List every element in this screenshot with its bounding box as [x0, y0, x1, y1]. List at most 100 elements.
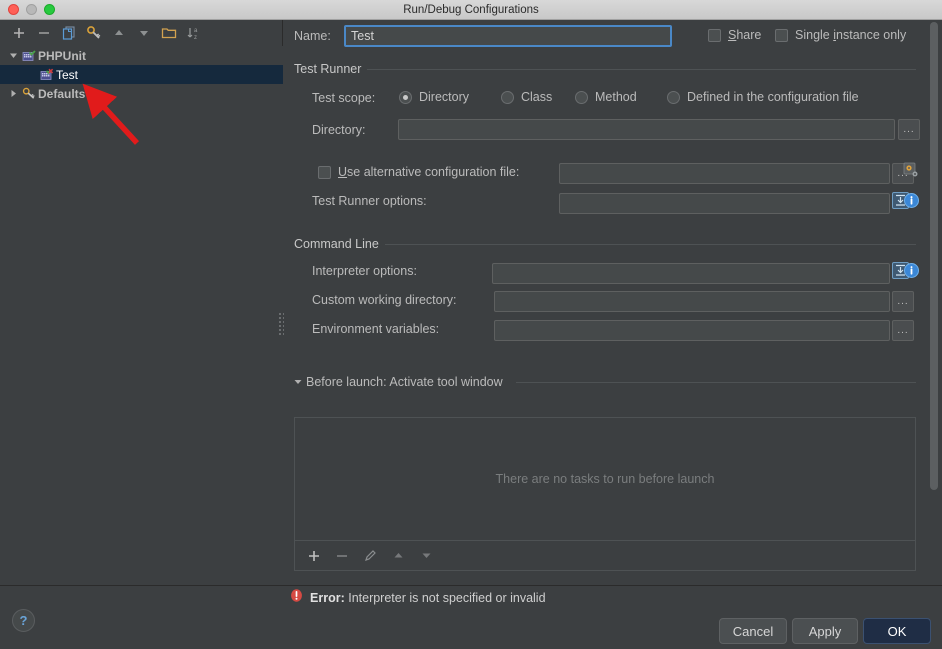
environment-variables-input[interactable]: [494, 320, 890, 341]
before-launch-task-list[interactable]: There are no tasks to run before launch: [294, 417, 916, 541]
before-launch-add-button[interactable]: [303, 545, 325, 567]
environment-variables-label: Environment variables:: [312, 322, 440, 336]
configuration-form-panel: Name: Test Share Single instance only Te…: [284, 20, 942, 585]
info-icon[interactable]: [904, 263, 919, 283]
custom-working-directory-field-row: ...: [494, 291, 914, 312]
before-launch-header[interactable]: Before launch: Activate tool window: [294, 375, 503, 389]
edit-defaults-wrench-icon[interactable]: [83, 22, 105, 44]
svg-text:z: z: [194, 35, 197, 41]
gear-settings-icon[interactable]: [903, 162, 919, 183]
radio-directory[interactable]: [399, 90, 412, 104]
interpreter-options-input[interactable]: [492, 262, 890, 284]
use-alt-config-checkbox[interactable]: [318, 165, 331, 179]
radio-directory-label: Directory: [419, 90, 470, 104]
move-up-button[interactable]: [108, 22, 130, 44]
before-launch-move-down-button[interactable]: [415, 545, 437, 567]
radio-class[interactable]: [501, 90, 514, 104]
test-scope-option-method[interactable]: Method: [575, 90, 637, 104]
command-line-section-divider: [379, 244, 916, 245]
tree-item-test[interactable]: Test: [0, 65, 283, 84]
interpreter-options-label: Interpreter options:: [312, 264, 417, 278]
expand-triangle-down-icon[interactable]: [6, 51, 20, 60]
radio-defined-in-config-label: Defined in the configuration file: [687, 90, 859, 104]
window-controls[interactable]: [8, 4, 55, 15]
custom-working-directory-label: Custom working directory:: [312, 293, 457, 307]
single-instance-checkbox[interactable]: [775, 28, 788, 42]
test-runner-section-divider: [364, 69, 916, 70]
single-instance-checkbox-row[interactable]: Single instance only: [775, 28, 906, 42]
form-scrollbar-thumb[interactable]: [930, 22, 938, 490]
environment-variables-browse-button[interactable]: ...: [892, 320, 914, 341]
custom-working-directory-row: Custom working directory:: [312, 293, 457, 307]
svg-text:a: a: [194, 28, 198, 34]
form-scroll-content: Name: Test Share Single instance only Te…: [284, 20, 920, 585]
test-scope-option-class[interactable]: Class: [501, 90, 552, 104]
test-scope-option-defined-in-config[interactable]: Defined in the configuration file: [667, 90, 859, 104]
move-down-button[interactable]: [133, 22, 155, 44]
test-runner-options-info-wrap[interactable]: [904, 193, 919, 213]
directory-row: Directory: ...: [312, 119, 920, 140]
folder-icon[interactable]: [158, 22, 180, 44]
sort-alphabetically-icon[interactable]: a z: [183, 22, 205, 44]
before-launch-edit-pencil-icon[interactable]: [359, 545, 381, 567]
name-input[interactable]: Test: [344, 25, 672, 47]
test-scope-label: Test scope:: [312, 91, 376, 105]
command-line-section-title: Command Line: [294, 237, 385, 251]
alt-config-row: ...: [559, 163, 914, 184]
share-checkbox-row[interactable]: Share: [708, 28, 761, 42]
before-launch-move-up-button[interactable]: [387, 545, 409, 567]
directory-browse-button[interactable]: ...: [898, 119, 920, 140]
directory-input[interactable]: [398, 119, 895, 140]
custom-working-directory-browse-button[interactable]: ...: [892, 291, 914, 312]
alt-config-settings-icon-wrap[interactable]: [903, 162, 919, 183]
share-checkbox[interactable]: [708, 28, 721, 42]
tree-item-phpunit[interactable]: PHPUnit: [0, 46, 283, 65]
alt-config-input[interactable]: [559, 163, 890, 184]
add-configuration-button[interactable]: [8, 22, 30, 44]
expand-triangle-right-icon[interactable]: [6, 89, 20, 98]
ok-button[interactable]: OK: [863, 618, 931, 644]
window-titlebar: Run/Debug Configurations: [0, 0, 942, 20]
test-runner-options-input[interactable]: [559, 192, 890, 214]
close-button[interactable]: [8, 4, 19, 15]
radio-defined-in-config[interactable]: [667, 90, 680, 104]
copy-configuration-button[interactable]: [58, 22, 80, 44]
collapse-triangle-down-icon[interactable]: [294, 378, 302, 386]
name-row: Name: Test: [294, 25, 672, 47]
remove-configuration-button[interactable]: [33, 22, 55, 44]
info-icon[interactable]: [904, 193, 919, 213]
minimize-button[interactable]: [26, 4, 37, 15]
apply-button[interactable]: Apply: [792, 618, 858, 644]
interpreter-options-info-wrap[interactable]: [904, 263, 919, 283]
directory-label: Directory:: [312, 122, 366, 137]
configurations-panel: a z PHPUnit Test Defaults: [0, 20, 285, 585]
test-runner-section-title: Test Runner: [294, 62, 368, 76]
tree-item-label: Defaults: [38, 86, 86, 101]
phpunit-icon: [20, 49, 38, 62]
before-launch-remove-button[interactable]: [331, 545, 353, 567]
error-icon: [290, 589, 303, 607]
cancel-button[interactable]: Cancel: [719, 618, 787, 644]
single-instance-label: Single instance only: [795, 28, 907, 42]
custom-working-directory-input[interactable]: [494, 291, 890, 312]
phpunit-test-icon: [38, 68, 56, 81]
interpreter-options-field-row: [492, 262, 909, 284]
configurations-tree[interactable]: PHPUnit Test Defaults: [0, 46, 283, 585]
tree-item-defaults[interactable]: Defaults: [0, 84, 283, 103]
configurations-toolbar: a z: [0, 20, 283, 46]
use-alt-config-row[interactable]: Use alternative configuration file:: [318, 165, 519, 179]
dialog-footer: Error: Interpreter is not specified or i…: [0, 585, 942, 649]
maximize-button[interactable]: [44, 4, 55, 15]
before-launch-empty-message: There are no tasks to run before launch: [495, 472, 715, 486]
error-prefix: Error:: [310, 591, 345, 605]
radio-method-label: Method: [595, 90, 637, 104]
environment-variables-row: Environment variables:: [312, 322, 439, 336]
test-scope-option-directory[interactable]: Directory: [399, 90, 469, 104]
test-runner-options-label: Test Runner options:: [312, 194, 427, 208]
form-vertical-scrollbar[interactable]: [929, 22, 939, 549]
radio-method[interactable]: [575, 90, 588, 104]
run-debug-configurations-dialog: a z PHPUnit Test Defaults Name: Test Sha…: [0, 20, 942, 649]
name-input-value: Test: [351, 29, 374, 43]
use-alt-config-label: Use alternative configuration file:: [338, 165, 520, 179]
window-title: Run/Debug Configurations: [403, 3, 539, 16]
